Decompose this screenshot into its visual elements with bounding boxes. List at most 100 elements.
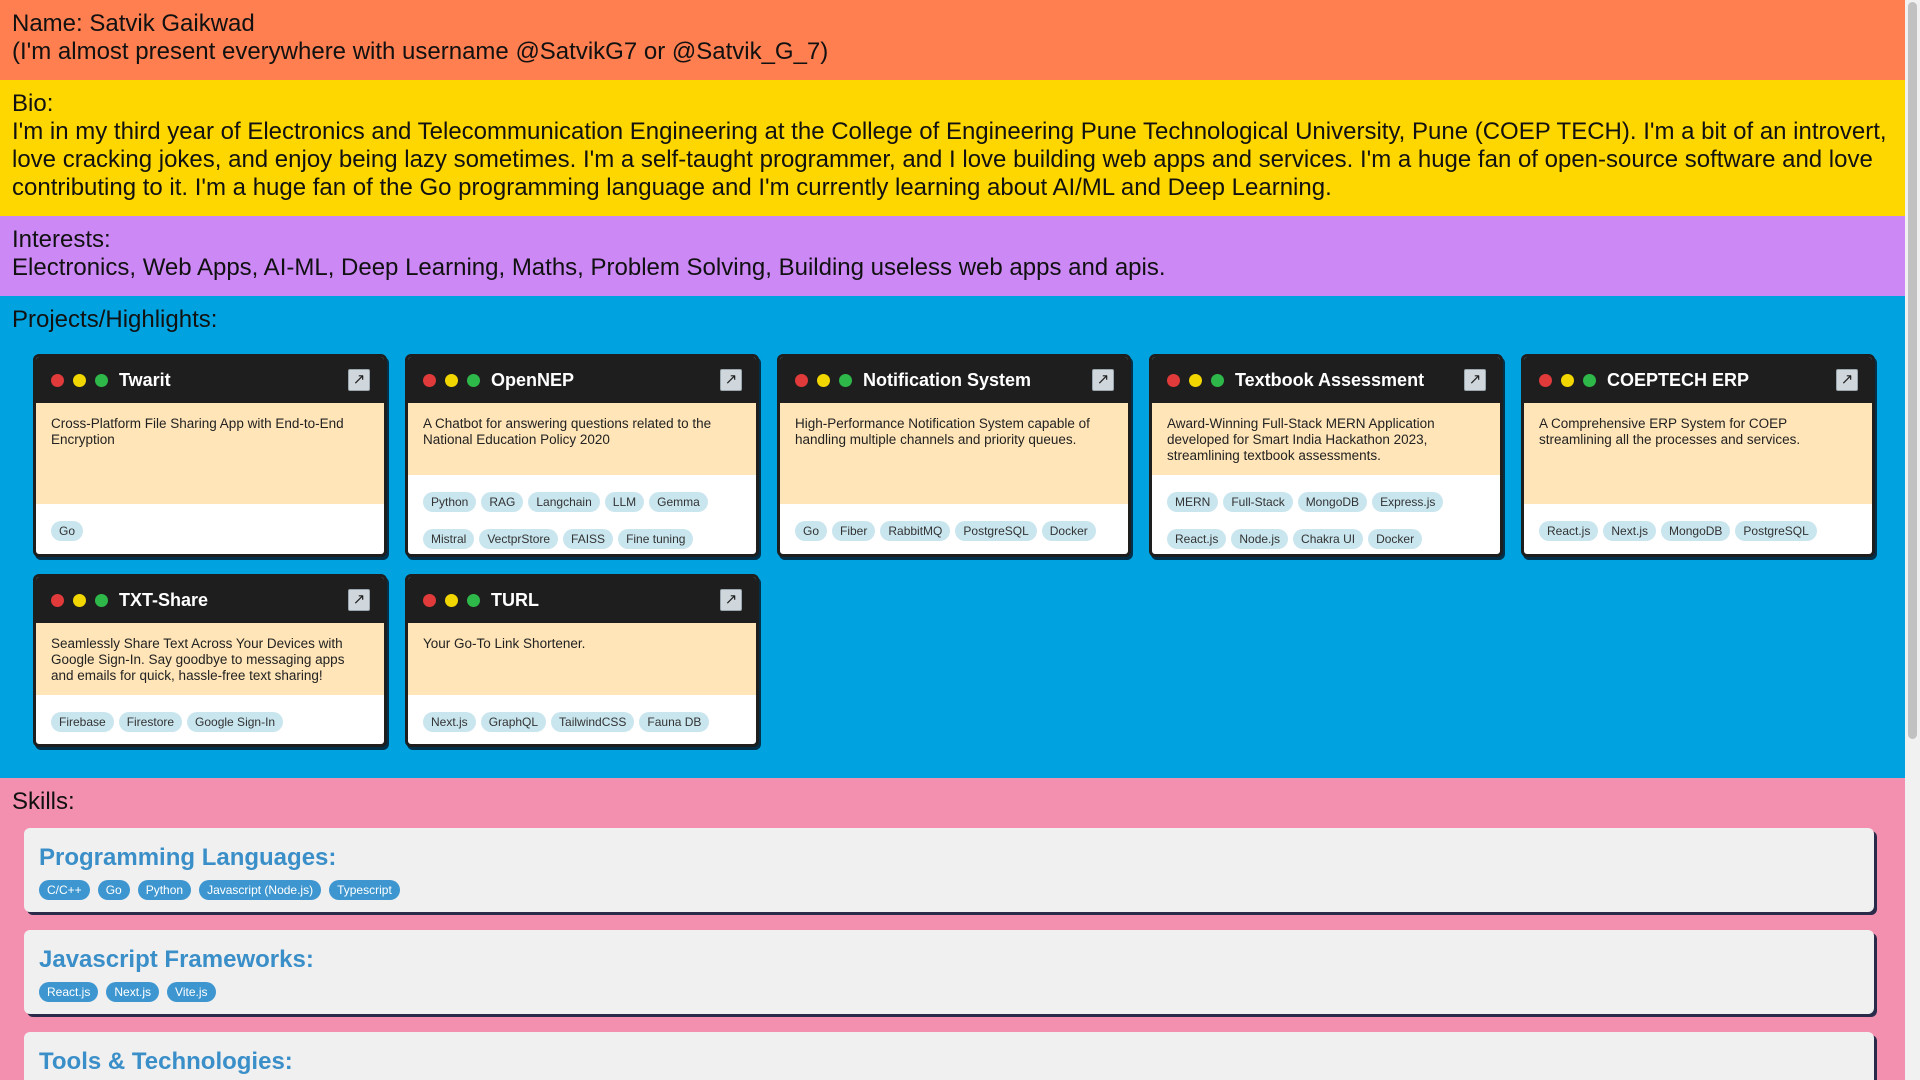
tech-tag: Python [423,492,477,512]
bio-label: Bio: [12,90,54,117]
tech-tag: VectprStore [479,529,559,549]
tech-tag: Next.js [423,712,476,732]
window-dot-yellow-icon [817,373,830,387]
skill-tags: React.js Next.js Vite.js [39,975,1859,1003]
open-project-icon[interactable]: ↗ [720,369,742,391]
project-tags: MERN Full-Stack MongoDB Express.js React.js N… [1152,475,1500,554]
project-description: Cross-Platform File Sharing App with End… [36,403,384,504]
project-title: COEPTECH ERP [1607,370,1750,390]
project-tags: Python RAG Langchain LLM Gemma Mistral VectprS… [408,475,756,554]
window-dot-red-icon [423,373,436,387]
bio-text: I'm in my third year of Electronics and … [12,118,1887,201]
open-project-icon[interactable]: ↗ [720,589,742,611]
tech-tag: Google Sign-In [187,712,284,732]
skill-tag: React.js [39,982,99,1002]
open-project-icon[interactable]: ↗ [348,589,370,611]
project-card: Textbook Assessment ↗ Award-Winning Full-S… [1149,354,1503,557]
tech-tag: MongoDB [1297,492,1368,512]
open-project-icon[interactable]: ↗ [1464,369,1486,391]
skill-group: Tools & Technologies: [24,1032,1874,1080]
project-description: Your Go-To Link Shortener. [408,623,756,695]
skill-tag: Vite.js [167,982,216,1002]
window-dot-green-icon [95,593,108,607]
tech-tag: LLM [604,492,645,512]
project-title: Textbook Assessment [1235,370,1425,390]
card-header: OpenNEP ↗ [408,357,756,403]
window-dot-yellow-icon [1561,373,1574,387]
name-line: Name: Satvik Gaikwad [12,10,255,37]
open-project-icon[interactable]: ↗ [1836,369,1858,391]
skills-label: Skills: [12,788,75,815]
tech-tag: Node.js [1231,529,1289,549]
tech-tag: PostgreSQL [955,521,1037,541]
project-description: Award-Winning Full-Stack MERN Applicatio… [1152,403,1500,475]
tech-tag: Firestore [118,712,183,732]
open-project-icon[interactable]: ↗ [348,369,370,391]
tech-tag: TailwindCSS [551,712,635,732]
window-dot-yellow-icon [445,593,458,607]
skill-group-title: Tools & Technologies: [39,1048,293,1075]
window-dot-yellow-icon [445,373,458,387]
project-title: TXT-Share [119,590,209,610]
project-tags: Firebase Firestore Google Sign-In [36,695,384,742]
window-dot-red-icon [51,373,64,387]
window-dot-green-icon [1211,373,1224,387]
skill-group-title: Javascript Frameworks: [39,946,314,973]
window-dot-green-icon [95,373,108,387]
project-card: COEPTECH ERP ↗ A Comprehensive ERP System … [1521,354,1875,557]
project-card: Notification System ↗ High-Performance Not… [777,354,1131,557]
interests-label: Interests: [12,226,111,253]
project-description: A Chatbot for answering questions relate… [408,403,756,475]
project-tags: Next.js GraphQL TailwindCSS Fauna DB [408,695,756,742]
tech-tag: Docker [1041,521,1096,541]
project-card: Twarit ↗ Cross-Platform File Sharing App w… [33,354,387,557]
tech-tag: Full-Stack [1223,492,1293,512]
open-project-icon[interactable]: ↗ [1092,369,1114,391]
tech-tag: Express.js [1372,492,1444,512]
card-header: COEPTECH ERP ↗ [1524,357,1872,403]
tech-tag: Go [795,521,828,541]
tech-tag: Firebase [51,712,114,732]
card-header: Notification System ↗ [780,357,1128,403]
project-title: TURL [491,590,539,610]
project-tags: React.js Next.js MongoDB PostgreSQL [1524,504,1872,551]
card-header: TXT-Share ↗ [36,577,384,623]
skill-tag: Python [137,880,192,900]
window-dot-yellow-icon [73,373,86,387]
window-dot-yellow-icon [73,593,86,607]
tech-tag: React.js [1539,521,1599,541]
card-header: TURL ↗ [408,577,756,623]
projects-section: Projects/Highlights: Twarit ↗ Cross-Platfo… [0,296,1905,778]
project-card: TURL ↗ Your Go-To Link Shortener. Next.js Gr… [405,574,759,747]
skills-section: Skills: Programming Languages: C/C++ Go Pyt… [0,778,1905,1080]
skill-tag: Typescript [329,880,400,900]
tech-tag: RAG [481,492,524,512]
username-line: (I'm almost present everywhere with user… [12,38,829,65]
window-dot-red-icon [423,593,436,607]
window-dot-red-icon [51,593,64,607]
window-dot-green-icon [467,593,480,607]
tech-tag: Fine tuning [618,529,694,549]
tech-tag: GraphQL [480,712,547,732]
project-description: High-Performance Notification System cap… [780,403,1128,504]
window-dot-green-icon [839,373,852,387]
skill-tag: Go [97,880,130,900]
skill-group: Javascript Frameworks: React.js Next.js Vit… [24,930,1874,1014]
project-title: OpenNEP [491,370,575,390]
card-header: Twarit ↗ [36,357,384,403]
project-description: A Comprehensive ERP System for COEP stre… [1524,403,1872,504]
tech-tag: Next.js [1603,521,1657,541]
scrollbar-thumb[interactable] [1908,2,1917,739]
project-tags: Go [36,504,384,551]
skill-tag: C/C++ [39,880,90,900]
window-dot-green-icon [467,373,480,387]
skill-tag: Javascript (Node.js) [199,880,322,900]
skill-tags: C/C++ Go Python Javascript (Node.js) Typescr… [39,873,1859,901]
tech-tag: FAISS [563,529,614,549]
tech-tag: MERN [1167,492,1219,512]
portfolio-page: Name: Satvik Gaikwad (I'm almost present… [0,0,1905,1080]
project-tags: Go Fiber RabbitMQ PostgreSQL Docker [780,504,1128,551]
page-scrollbar[interactable] [1905,0,1920,1080]
tech-tag: Chakra UI [1293,529,1364,549]
tech-tag: Fauna DB [639,712,710,732]
